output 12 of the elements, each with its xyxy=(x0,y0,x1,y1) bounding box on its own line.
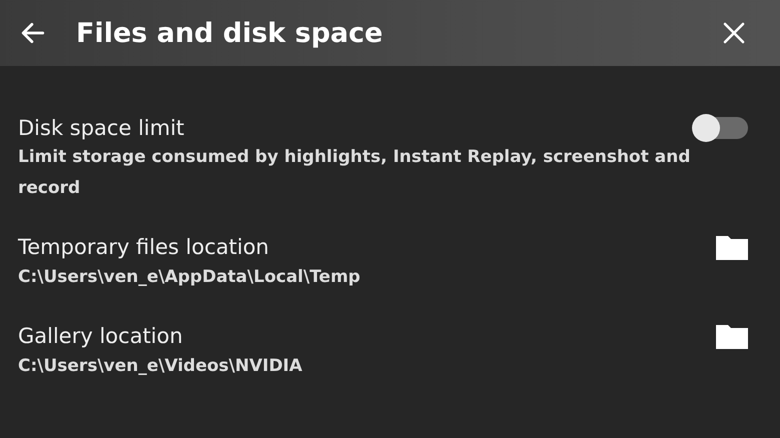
folder-icon[interactable] xyxy=(716,323,748,349)
page-title: Files and disk space xyxy=(76,18,384,48)
close-icon[interactable] xyxy=(722,21,746,45)
folder-icon[interactable] xyxy=(716,234,748,260)
setting-label: Disk space limit xyxy=(18,116,184,140)
setting-label: Gallery location xyxy=(18,324,183,348)
setting-description: C:\Users\ven_e\Videos\NVIDIA xyxy=(18,355,304,378)
setting-description: C:\Users\ven_e\AppData\Local\Temp xyxy=(18,266,362,289)
setting-description: Limit storage consumed by highlights, Instant Replay, screenshot and record xyxy=(18,146,692,200)
setting-label: Temporary files location xyxy=(18,235,269,259)
toggle-switch[interactable] xyxy=(694,117,748,139)
back-arrow-icon[interactable] xyxy=(20,20,46,46)
